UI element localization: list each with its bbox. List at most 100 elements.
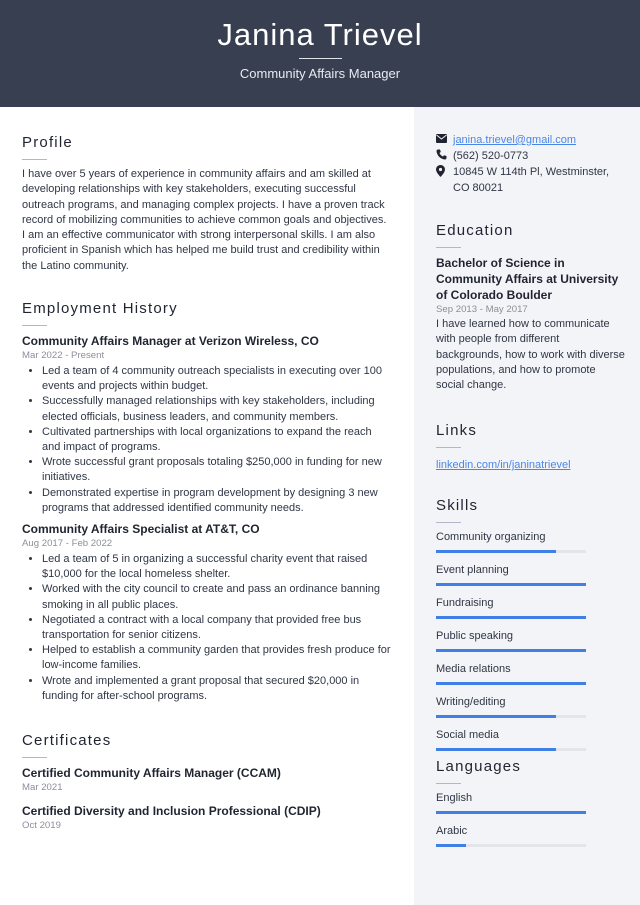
resume-header: Janina Trievel Community Affairs Manager [0,0,640,107]
bullet-item: Demonstrated expertise in program develo… [42,486,392,516]
bullet-item: Worked with the city council to create a… [42,582,392,612]
contact-section: janina.trievel@gmail.com (562) 520-0773 … [436,133,626,196]
section-divider [436,522,461,523]
bullet-item: Led a team of 5 in organizing a successf… [42,552,392,582]
skill-item: Community organizing [436,530,626,553]
language-level-fill [436,811,586,814]
language-label: Arabic [436,825,468,837]
section-heading: Languages [436,758,522,775]
languages-section: Languages English Arabic [436,758,626,857]
education-dates: Sep 2013 - May 2017 [436,304,528,315]
education-description: I have learned how to communicate with p… [436,318,625,392]
job-entry-title: Community Affairs Manager at Verizon Wir… [22,334,319,348]
job-title: Community Affairs Manager [239,66,401,81]
header-divider [299,58,342,59]
skill-label: Fundraising [436,597,494,609]
section-heading: Employment History [22,300,178,317]
profile-section: Profile I have over 5 years of experienc… [22,134,392,274]
skill-level-bar [436,583,586,586]
profile-text: I have over 5 years of experience in com… [22,168,387,272]
skill-item: Writing/editing [436,695,626,718]
skill-label: Writing/editing [436,696,506,708]
envelope-icon [436,133,453,149]
certificate-item: Certified Community Affairs Manager (CCA… [22,765,392,795]
certificate-name: Certified Diversity and Inclusion Profes… [22,804,321,818]
job-entry: Community Affairs Manager at Verizon Wir… [22,333,392,516]
language-level-bar [436,811,586,814]
language-level-bar [436,844,586,847]
job-bullets: Led a team of 5 in organizing a successf… [22,552,392,704]
skill-label: Media relations [436,663,511,675]
skill-level-fill [436,550,556,553]
skill-level-fill [436,583,586,586]
phone-icon [436,149,453,166]
skill-level-fill [436,748,556,751]
certificate-date: Oct 2019 [22,820,61,831]
skill-item: Media relations [436,662,626,685]
skill-label: Event planning [436,564,509,576]
bullet-item: Wrote and implemented a grant proposal t… [42,674,392,704]
section-divider [22,159,47,160]
phone-number: (562) 520-0773 [453,149,529,162]
linkedin-link[interactable]: linkedin.com/in/janinatrievel [436,459,571,471]
skill-level-fill [436,616,586,619]
bullet-item: Helped to establish a community garden t… [42,643,392,673]
language-item: Arabic [436,824,626,847]
skill-level-fill [436,715,556,718]
skill-level-bar [436,550,586,553]
skill-item: Fundraising [436,596,626,619]
education-section: Education Bachelor of Science in Communi… [436,222,626,393]
links-section: Links linkedin.com/in/janinatrievel [436,422,626,473]
certificate-item: Certified Diversity and Inclusion Profes… [22,803,392,833]
email-link[interactable]: janina.trievel@gmail.com [453,133,576,149]
languages-list: English Arabic [436,791,626,847]
skill-item: Event planning [436,563,626,586]
skill-level-bar [436,616,586,619]
bullet-item: Cultivated partnerships with local organ… [42,425,392,455]
section-divider [436,247,461,248]
skill-level-bar [436,715,586,718]
bullet-item: Wrote successful grant proposals totalin… [42,455,392,485]
skill-level-fill [436,682,586,685]
degree-title: Bachelor of Science in Community Affairs… [436,256,619,302]
section-divider [436,447,461,448]
section-divider [22,757,47,758]
job-entry-dates: Aug 2017 - Feb 2022 [22,538,113,550]
contact-phone: (562) 520-0773 [436,149,626,166]
skill-label: Social media [436,729,499,741]
employment-section: Employment History Community Affairs Man… [22,300,392,704]
skills-section: Skills Community organizing Event plannin… [436,497,626,761]
section-heading: Skills [436,497,479,514]
section-divider [22,325,47,326]
job-entry: Community Affairs Specialist at AT&T, CO… [22,521,392,704]
skill-level-bar [436,649,586,652]
map-pin-icon [436,165,453,183]
skill-item: Social media [436,728,626,751]
bullet-item: Successfully managed relationships with … [42,394,392,424]
skill-label: Community organizing [436,531,546,543]
certificates-section: Certificates Certified Community Affairs… [22,732,392,833]
section-divider [436,783,461,784]
job-entry-dates: Mar 2022 - Present [22,350,105,361]
section-heading: Links [436,422,478,439]
certificate-date: Mar 2021 [22,782,63,793]
job-entry-title: Community Affairs Specialist at AT&T, CO [22,522,260,537]
language-item: English [436,791,626,814]
contact-address: 10845 W 114th Pl, Westminster, CO 80021 [436,165,626,196]
skills-list: Community organizing Event planning Fundra… [436,530,626,751]
skill-item: Public speaking [436,629,626,652]
section-heading: Certificates [22,732,112,749]
job-bullets: Led a team of 4 community outreach speci… [22,364,392,516]
sidebar: janina.trievel@gmail.com (562) 520-0773 … [414,107,640,905]
language-level-fill [436,844,466,847]
certificate-name: Certified Community Affairs Manager (CCA… [22,766,281,780]
candidate-name: Janina Trievel [217,17,423,52]
language-label: English [436,792,473,804]
skill-level-fill [436,649,586,652]
section-heading: Education [436,222,514,239]
address-text: 10845 W 114th Pl, Westminster, CO 80021 [453,166,610,194]
bullet-item: Negotiated a contract with a local compa… [42,613,392,643]
bullet-item: Led a team of 4 community outreach speci… [42,364,392,394]
skill-level-bar [436,748,586,751]
skill-label: Public speaking [436,630,514,642]
